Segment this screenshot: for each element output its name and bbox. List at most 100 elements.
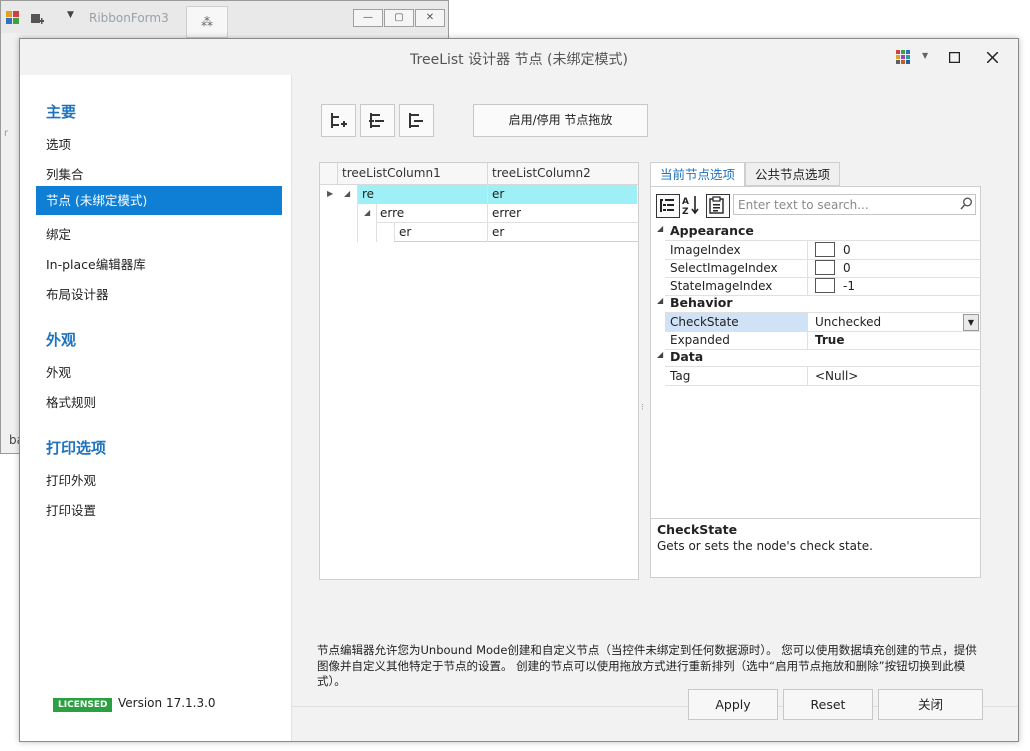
property-search-input[interactable]: Enter text to search...	[733, 194, 976, 215]
sidebar-item-appearance[interactable]: 外观	[46, 362, 71, 381]
property-value: 0	[843, 243, 851, 257]
dialog-title: TreeList 设计器 节点 (未绑定模式)	[410, 52, 628, 68]
tree-cell[interactable]: erre	[380, 206, 404, 220]
sidebar-item-format-rules[interactable]: 格式规则	[46, 392, 96, 411]
splitter-grip-icon[interactable]: ⁝	[641, 403, 644, 413]
sidebar-item-print-appearance[interactable]: 打印外观	[46, 470, 96, 489]
palette-icon[interactable]	[896, 50, 910, 64]
property-pages-button[interactable]	[706, 194, 730, 218]
category-appearance[interactable]: ◢ Appearance	[651, 222, 980, 240]
licensed-badge: LICENSED	[53, 698, 113, 712]
sidebar-group-appearance: 外观	[46, 331, 77, 349]
sidebar-group-main: 主要	[46, 103, 77, 121]
treelist-header: treeListColumn1 treeListColumn2	[320, 163, 638, 185]
add-child-node-button[interactable]	[360, 104, 395, 137]
sidebar-item-binding[interactable]: 绑定	[46, 224, 71, 243]
property-value: -1	[843, 279, 855, 293]
tree-cell[interactable]: er	[492, 187, 504, 201]
sidebar-item-columns[interactable]: 列集合	[46, 164, 84, 183]
dropdown-arrow-icon[interactable]: ▼	[922, 51, 928, 60]
add-node-icon	[331, 113, 347, 128]
property-name: StateImageIndex	[665, 277, 808, 295]
collapse-icon[interactable]: ◢	[657, 224, 663, 233]
tree-cell[interactable]: er	[492, 225, 504, 239]
sidebar-item-nodes[interactable]: 节点 (未绑定模式)	[36, 186, 282, 215]
property-value-field[interactable]: 0	[810, 241, 980, 259]
property-name: Expanded	[665, 331, 808, 349]
sidebar-item-inplace-editors[interactable]: In-place编辑器库	[46, 254, 146, 273]
property-value-field[interactable]: 0	[810, 259, 980, 277]
delete-node-button[interactable]	[399, 104, 434, 137]
footer-bar: LICENSED Version 17.1.3.0 Apply Reset 关闭	[20, 670, 1018, 741]
alphabetical-view-button[interactable]: AZ	[681, 194, 703, 217]
close-button[interactable]: 关闭	[878, 689, 983, 720]
add-child-node-icon	[369, 113, 384, 128]
sidebar-item-print-settings[interactable]: 打印设置	[46, 500, 96, 519]
sidebar-group-print: 打印选项	[46, 439, 107, 457]
background-window-title: RibbonForm3	[89, 11, 169, 25]
focused-row-indicator-icon: ▶	[327, 189, 334, 198]
tree-cell[interactable]: er	[399, 225, 411, 239]
tree-row[interactable]: ◢ erre errer	[320, 204, 638, 223]
dropdown-arrow-icon[interactable]: ▼	[963, 314, 979, 331]
category-behavior[interactable]: ◢ Behavior	[651, 294, 980, 312]
treelist-designer-dialog: TreeList 设计器 节点 (未绑定模式) ▼ 主要 选项 列集合 节点 (…	[19, 38, 1019, 742]
column-header-2[interactable]: treeListColumn2	[492, 166, 591, 180]
tab-common-node[interactable]: 公共节点选项	[745, 162, 840, 186]
version-label: Version 17.1.3.0	[118, 696, 216, 710]
ribbon-group-icon[interactable]: ⁂	[186, 6, 228, 38]
treelist[interactable]: treeListColumn1 treeListColumn2 ▶ ◢ re e…	[319, 162, 639, 580]
svg-text:A: A	[682, 197, 689, 207]
property-row-selected[interactable]: CheckState Unchecked ▼	[665, 312, 980, 332]
customize-dropdown-icon[interactable]: ▼	[67, 10, 74, 20]
main-panel: 启用/停用 节点拖放 treeListColumn1 treeListColum…	[292, 75, 1018, 741]
bg-r-text: r	[4, 128, 9, 139]
collapse-icon[interactable]: ◢	[657, 350, 663, 359]
tree-cell[interactable]: re	[362, 187, 374, 201]
property-value-field[interactable]: -1	[810, 277, 980, 295]
property-row[interactable]: ImageIndex 0	[665, 240, 980, 260]
image-swatch-icon	[815, 242, 835, 257]
delete-node-icon	[409, 113, 423, 128]
property-value[interactable]: <Null>	[810, 367, 980, 385]
maximize-icon[interactable]	[949, 52, 960, 63]
apply-button[interactable]: Apply	[688, 689, 778, 720]
sidebar-item-layout-designer[interactable]: 布局设计器	[46, 284, 109, 303]
quick-access-icon[interactable]	[29, 10, 47, 26]
property-row[interactable]: SelectImageIndex 0	[665, 259, 980, 278]
property-name: Tag	[665, 367, 808, 385]
property-row[interactable]: Tag <Null>	[665, 366, 980, 386]
tree-row[interactable]: er er	[320, 223, 638, 242]
close-icon[interactable]	[987, 52, 998, 63]
property-grid: 当前节点选项 公共节点选项 AZ Enter text to search...…	[650, 162, 981, 578]
categorized-view-button[interactable]	[656, 194, 680, 218]
property-value[interactable]: True	[810, 331, 980, 349]
dialog-title-bar: TreeList 设计器 节点 (未绑定模式) ▼	[20, 39, 1018, 76]
toggle-drag-drop-button[interactable]: 启用/停用 节点拖放	[473, 104, 648, 137]
bg-minimize-button[interactable]: —	[353, 9, 383, 27]
bg-close-button[interactable]: ✕	[415, 9, 445, 27]
sort-az-icon: AZ	[682, 196, 699, 217]
tree-row[interactable]: ▶ ◢ re er	[320, 185, 638, 204]
column-header-1[interactable]: treeListColumn1	[342, 166, 441, 180]
property-grid-body: AZ Enter text to search... ◢ Appearance …	[650, 186, 981, 578]
background-title-bar: ▼ RibbonForm3 ⁂ — ▢ ✕	[1, 1, 448, 38]
tree-cell[interactable]: errer	[492, 206, 521, 220]
bg-maximize-button[interactable]: ▢	[384, 9, 414, 27]
tab-current-node[interactable]: 当前节点选项	[650, 162, 745, 187]
checkstate-dropdown[interactable]: Unchecked ▼	[810, 313, 980, 331]
category-data[interactable]: ◢ Data	[651, 348, 980, 366]
property-name: ImageIndex	[665, 241, 808, 259]
description-title: CheckState	[657, 522, 738, 537]
collapse-icon[interactable]: ◢	[657, 296, 663, 305]
sidebar-item-options[interactable]: 选项	[46, 134, 71, 153]
description-text: Gets or sets the node's check state.	[657, 539, 873, 553]
expand-icon[interactable]: ◢	[344, 189, 350, 198]
add-node-button[interactable]	[321, 104, 356, 137]
expand-icon[interactable]: ◢	[364, 208, 370, 217]
property-pages-icon	[709, 196, 724, 214]
reset-button[interactable]: Reset	[783, 689, 873, 720]
property-description-panel: CheckState Gets or sets the node's check…	[651, 518, 980, 577]
app-icon	[6, 11, 19, 24]
property-value: Unchecked	[815, 315, 882, 329]
